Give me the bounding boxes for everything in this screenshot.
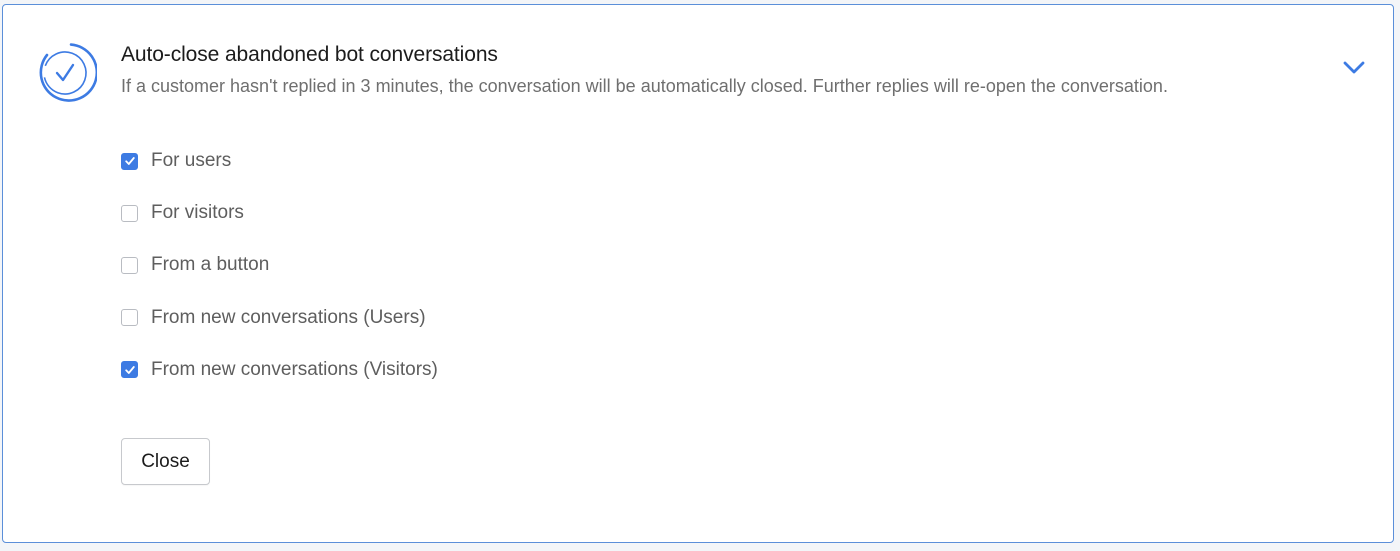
checkbox[interactable] xyxy=(121,361,138,379)
option-for-users[interactable]: For users xyxy=(121,145,438,177)
settings-panel: Auto-close abandoned bot conversations I… xyxy=(2,4,1394,543)
checkbox[interactable] xyxy=(121,256,138,274)
option-label: From a button xyxy=(151,254,270,276)
panel-description: If a customer hasn't replied in 3 minute… xyxy=(121,76,1168,96)
option-list: For users For visitors From a button Fro… xyxy=(121,145,438,406)
checkbox[interactable] xyxy=(121,152,138,170)
close-button[interactable]: Close xyxy=(121,438,210,485)
option-new-conversations-visitors[interactable]: From new conversations (Visitors) xyxy=(121,354,438,386)
option-new-conversations-users[interactable]: From new conversations (Users) xyxy=(121,302,438,334)
checkbox[interactable] xyxy=(121,204,138,222)
option-for-visitors[interactable]: For visitors xyxy=(121,197,438,229)
option-label: For users xyxy=(151,150,232,171)
checkbox[interactable] xyxy=(121,309,138,327)
panel-title: Auto-close abandoned bot conversations xyxy=(121,43,498,66)
circle-check-icon xyxy=(39,43,97,102)
chevron-down-icon[interactable] xyxy=(1341,57,1367,77)
option-from-a-button[interactable]: From a button xyxy=(121,249,438,281)
option-label: For visitors xyxy=(151,202,244,224)
option-label: From new conversations (Users) xyxy=(151,306,426,328)
panel-header: Auto-close abandoned bot conversations I… xyxy=(121,42,1168,98)
option-label: From new conversations (Visitors) xyxy=(151,358,438,380)
